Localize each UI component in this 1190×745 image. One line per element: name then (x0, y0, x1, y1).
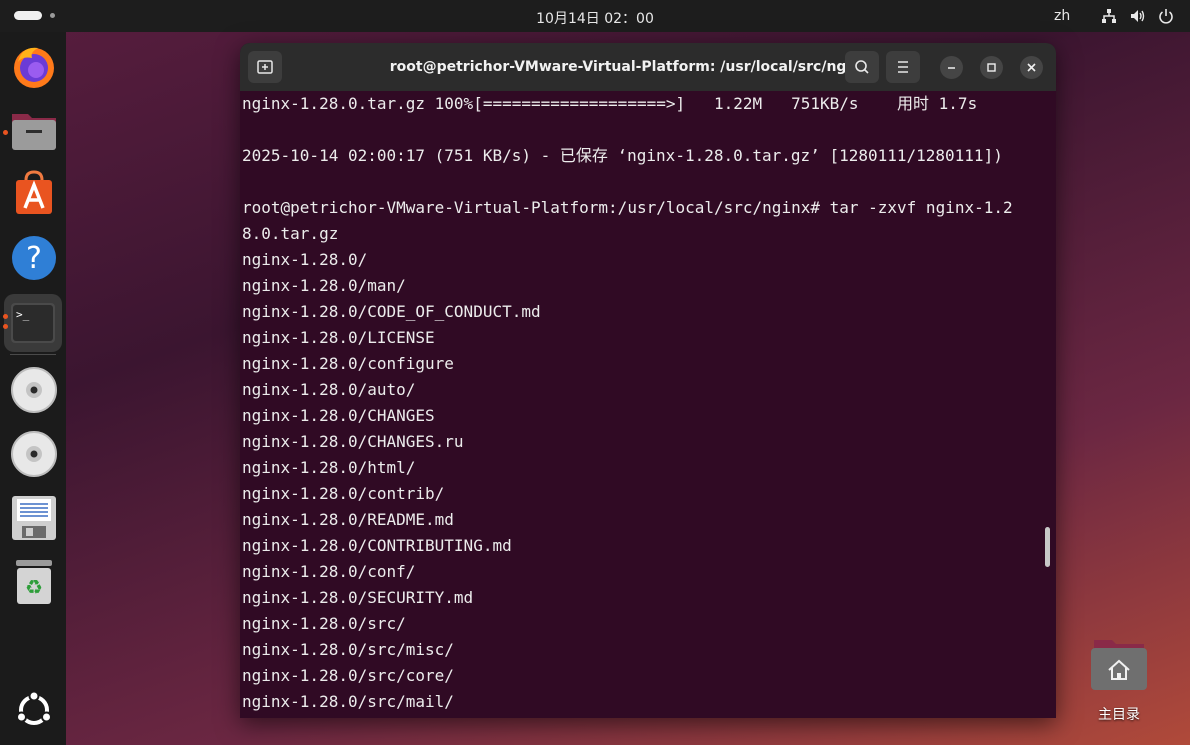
files-icon (12, 114, 56, 150)
terminal-icon: >_ (11, 303, 55, 343)
running-indicator (3, 130, 8, 135)
svg-text:♻: ♻ (25, 575, 43, 599)
search-button[interactable] (845, 51, 879, 83)
firefox-icon (14, 47, 54, 88)
window-title: root@petrichor-VMware-Virtual-Platform: … (389, 59, 871, 75)
clock[interactable]: 10月14日 02：00 (0, 8, 1190, 28)
input-method-indicator[interactable]: zh (1054, 8, 1070, 24)
volume-icon[interactable] (1130, 8, 1146, 24)
terminal-line: nginx-1.28.0/ (242, 250, 368, 269)
dock-item-drive[interactable] (8, 492, 60, 544)
terminal-line: nginx-1.28.0/contrib/ (242, 484, 445, 503)
minimize-icon (948, 67, 955, 69)
terminal-output[interactable]: nginx-1.28.0.tar.gz 100%[===============… (242, 91, 1042, 718)
terminal-line: nginx-1.28.0/README.md (242, 510, 454, 529)
dock-item-files[interactable] (8, 104, 60, 156)
running-indicator (3, 314, 8, 319)
hamburger-menu-icon (898, 61, 908, 73)
terminal-line: nginx-1.28.0/LICENSE (242, 328, 435, 347)
terminal-line: nginx-1.28.0/configure (242, 354, 454, 373)
terminal-line: nginx-1.28.0/man/ (242, 276, 406, 295)
ubuntu-apps-icon (16, 690, 52, 725)
show-apps-button[interactable] (8, 684, 60, 736)
app-center-icon (16, 170, 52, 214)
dock-item-terminal[interactable]: >_ (4, 294, 62, 352)
terminal-line: nginx-1.28.0/CHANGES (242, 406, 435, 425)
home-folder-icon (1091, 640, 1147, 690)
terminal-line: nginx-1.28.0/CONTRIBUTING.md (242, 536, 512, 555)
terminal-line: nginx-1.28.0/CHANGES.ru (242, 432, 464, 451)
terminal-line: nginx-1.28.0/conf/ (242, 562, 416, 581)
terminal-titlebar[interactable]: root@petrichor-VMware-Virtual-Platform: … (240, 43, 1056, 91)
menu-button[interactable] (886, 51, 920, 83)
terminal-line: nginx-1.28.0/src/misc/ (242, 640, 454, 659)
top-bar: 10月14日 02：00 zh (0, 0, 1190, 32)
terminal-line: 2025-10-14 02:00:17 (751 KB/s) - 已保存 ‘ng… (242, 146, 1003, 165)
terminal-line: nginx-1.28.0/SECURITY.md (242, 588, 474, 607)
help-icon: ? (12, 236, 56, 280)
disc-icon (11, 431, 57, 477)
close-icon (1027, 63, 1036, 72)
running-indicator (3, 324, 8, 329)
terminal-line: nginx-1.28.0/CODE_OF_CONDUCT.md (242, 302, 541, 321)
terminal-line: nginx-1.28.0/src/core/ (242, 666, 454, 685)
trash-icon: ♻ (16, 560, 52, 604)
maximize-button[interactable] (980, 56, 1003, 79)
terminal-line: nginx-1.28.0/auto/ (242, 380, 416, 399)
terminal-line: nginx-1.28.0/html/ (242, 458, 416, 477)
search-icon (855, 60, 869, 74)
home-folder-label: 主目录 (1098, 707, 1140, 723)
close-button[interactable] (1020, 56, 1043, 79)
dock: ? >_ ♻ (0, 32, 66, 745)
dock-item-firefox[interactable] (8, 40, 60, 92)
terminal-window[interactable]: root@petrichor-VMware-Virtual-Platform: … (240, 43, 1056, 718)
dock-item-disc[interactable] (8, 364, 60, 416)
terminal-line: nginx-1.28.0/src/mail/ (242, 692, 454, 711)
dock-item-trash[interactable]: ♻ (8, 556, 60, 608)
floppy-save-icon (12, 496, 56, 540)
dock-item-disc[interactable] (8, 428, 60, 480)
svg-text:>_: >_ (16, 308, 30, 321)
terminal-line: nginx-1.28.0/src/ (242, 614, 406, 633)
terminal-line: root@petrichor-VMware-Virtual-Platform:/… (242, 198, 1013, 217)
network-icon[interactable] (1101, 8, 1117, 24)
terminal-line: nginx-1.28.0.tar.gz 100%[===============… (242, 94, 978, 113)
power-icon[interactable] (1158, 8, 1174, 24)
terminal-line: 8.0.tar.gz (242, 224, 339, 243)
dock-item-app-center[interactable] (8, 168, 60, 220)
scrollbar[interactable] (1045, 527, 1050, 567)
minimize-button[interactable] (940, 56, 963, 79)
svg-text:?: ? (26, 241, 42, 276)
new-tab-icon (257, 60, 273, 74)
dock-item-help[interactable]: ? (8, 232, 60, 284)
disc-icon (11, 367, 57, 413)
new-tab-button[interactable] (248, 51, 282, 83)
dock-separator (10, 354, 56, 355)
maximize-icon (987, 63, 996, 72)
